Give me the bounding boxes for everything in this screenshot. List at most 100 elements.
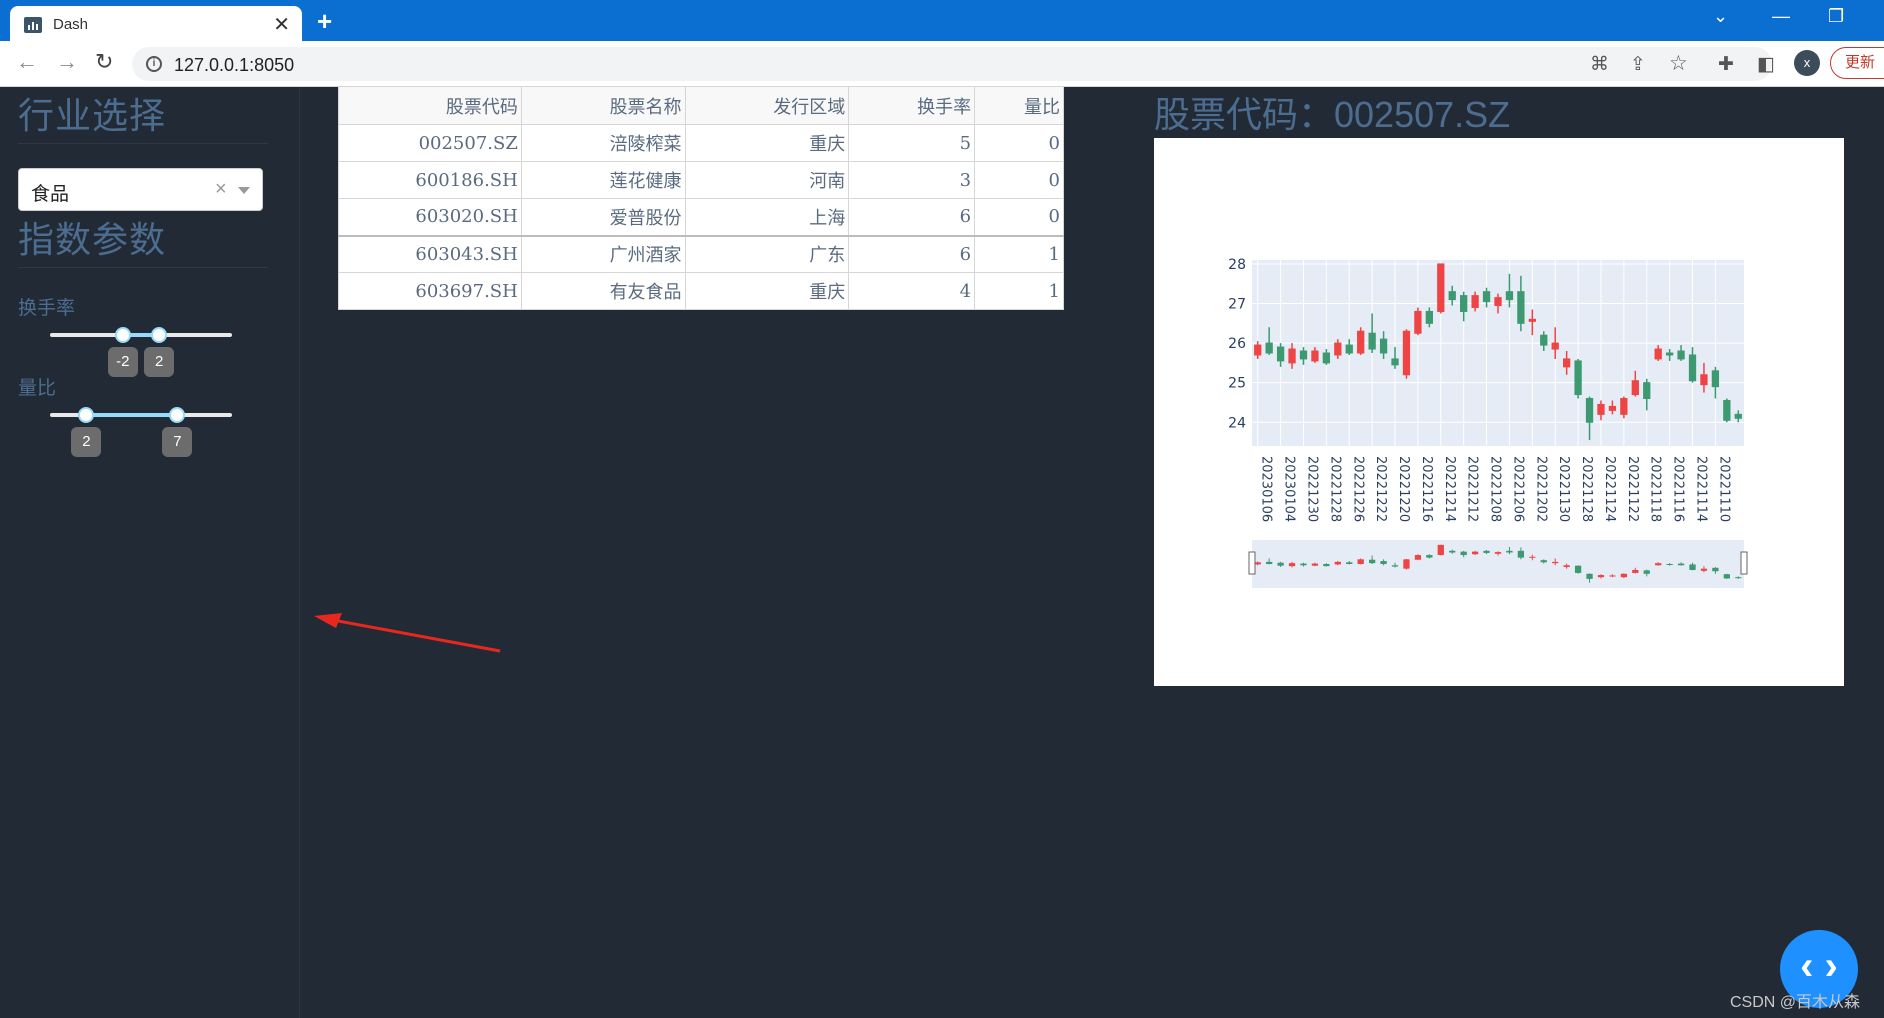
table-cell[interactable]: 有友食品 <box>520 272 686 310</box>
mini-candle-body <box>1563 565 1570 567</box>
volume-ratio-slider-low-handle[interactable] <box>78 407 95 423</box>
table-row[interactable]: 603697.SH 有友食品 重庆 4 1 <box>338 272 1064 310</box>
table-cell[interactable]: 3 <box>848 161 976 199</box>
table-cell[interactable]: 上海 <box>684 198 850 236</box>
candle-body <box>1528 318 1536 322</box>
candlestick-chart-svg[interactable]: 20230106 20230104 20221230 20221228 20221226… <box>1154 138 1844 686</box>
candle-body <box>1563 358 1571 368</box>
x-tick-label: 20221202 <box>1533 456 1548 522</box>
turnover-label: 换手率 <box>18 298 76 319</box>
table-cell[interactable]: 5 <box>848 124 976 162</box>
reload-icon[interactable]: ↻ <box>95 51 113 73</box>
candle-body <box>1276 346 1285 362</box>
turnover-high-value: 2 <box>144 347 175 377</box>
x-tick-label: 20221114 <box>1694 456 1709 522</box>
range-slider-right-handle[interactable] <box>1740 551 1748 575</box>
turnover-slider-low-handle[interactable] <box>114 327 131 343</box>
side-panel-icon[interactable]: ◧ <box>1757 53 1775 76</box>
table-cell[interactable]: 603020.SH <box>338 198 522 236</box>
table-cell[interactable]: 广东 <box>684 234 850 273</box>
clear-icon[interactable]: × <box>215 178 227 201</box>
volume-ratio-low-value: 2 <box>71 427 102 457</box>
table-row[interactable]: 603020.SH 爱普股份 上海 6 0 <box>338 198 1064 236</box>
turnover-slider-high-handle[interactable] <box>151 327 168 343</box>
table-cell[interactable]: 600186.SH <box>338 161 522 199</box>
table-cell[interactable]: 002507.SZ <box>338 124 522 162</box>
table-row[interactable]: 600186.SH 莲花健康 河南 3 0 <box>338 161 1064 199</box>
sidebar-divider <box>18 267 268 268</box>
candle-body <box>1265 342 1273 354</box>
mini-candle-body <box>1597 575 1605 578</box>
table-cell[interactable]: 4 <box>848 272 976 310</box>
candlestick-chart[interactable]: 20230106 20230104 20221230 20221228 20221226… <box>1154 138 1844 686</box>
table-cell[interactable]: 重庆 <box>684 124 850 162</box>
mini-candle-body <box>1540 560 1547 563</box>
update-button[interactable]: 更新 <box>1830 47 1884 79</box>
table-cell[interactable]: 河南 <box>684 161 850 199</box>
tab-close-icon[interactable]: ✕ <box>273 12 290 37</box>
table-cell[interactable]: 6 <box>848 198 976 236</box>
browser-tab[interactable]: Dash ✕ <box>10 6 302 41</box>
mini-candle-body <box>1643 570 1650 574</box>
candle-body <box>1574 360 1582 396</box>
candle-body <box>1437 263 1445 312</box>
mini-candle-body <box>1460 551 1467 556</box>
table-row[interactable]: 603043.SH 广州酒家 广东 6 1 <box>338 234 1064 273</box>
minimize-icon[interactable]: — <box>1772 6 1790 27</box>
candle-body <box>1288 348 1296 364</box>
extensions-icon[interactable]: ✚ <box>1718 53 1734 76</box>
column-header[interactable]: 股票名称 <box>520 86 686 125</box>
mini-candle-body <box>1323 564 1330 567</box>
url-text[interactable]: 127.0.0.1:8050 <box>174 55 294 76</box>
mini-candle-body <box>1277 562 1284 566</box>
industry-select[interactable]: 食品 × <box>18 168 263 211</box>
forward-icon[interactable]: → <box>56 51 78 73</box>
mini-candle-body <box>1471 551 1479 555</box>
tab-search-icon[interactable]: ⌄ <box>1713 6 1728 27</box>
mini-candle-body <box>1677 563 1685 566</box>
candle-body <box>1368 332 1376 350</box>
restore-icon[interactable]: ❐ <box>1828 6 1844 27</box>
chart-title: 股票代码：002507.SZ <box>1154 94 1511 135</box>
mini-candle-body <box>1723 574 1730 579</box>
translate-icon[interactable]: ⌘ <box>1590 53 1609 76</box>
bookmark-star-icon[interactable]: ☆ <box>1669 51 1688 76</box>
table-cell[interactable]: 6 <box>848 234 976 273</box>
mini-candle-body <box>1620 573 1628 578</box>
new-tab-button[interactable]: + <box>317 6 332 37</box>
table-row[interactable]: 002507.SZ 涪陵榨菜 重庆 5 0 <box>338 124 1064 162</box>
table-cell[interactable]: 爱普股份 <box>520 198 686 236</box>
column-header[interactable]: 量比 <box>974 86 1064 125</box>
x-tick-label: 20230106 <box>1259 456 1274 522</box>
address-bar[interactable]: i 127.0.0.1:8050 ⌘ ⇪ ☆ <box>132 47 1772 81</box>
table-cell[interactable]: 1 <box>974 234 1064 273</box>
candle-body <box>1379 338 1388 354</box>
column-header[interactable]: 发行区域 <box>684 86 850 125</box>
avatar[interactable]: x <box>1794 50 1820 76</box>
table-cell[interactable]: 1 <box>974 272 1064 310</box>
candle-body <box>1471 295 1479 308</box>
table-cell[interactable]: 重庆 <box>684 272 850 310</box>
column-header[interactable]: 换手率 <box>848 86 976 125</box>
mini-candle-body <box>1346 562 1353 564</box>
chevron-down-icon[interactable] <box>238 187 250 194</box>
table-cell[interactable]: 0 <box>974 198 1064 236</box>
table-cell[interactable]: 0 <box>974 161 1064 199</box>
share-icon[interactable]: ⇪ <box>1630 53 1646 76</box>
y-tick-label: 28 <box>1228 257 1246 273</box>
back-icon[interactable]: ← <box>16 51 38 73</box>
site-info-icon[interactable]: i <box>146 56 162 72</box>
x-tick-label: 20230104 <box>1282 456 1297 522</box>
candle-body <box>1505 291 1514 301</box>
mini-candle-body <box>1334 561 1341 565</box>
column-header[interactable]: 股票代码 <box>338 86 522 125</box>
table-cell[interactable]: 603043.SH <box>338 234 522 273</box>
volume-ratio-slider-high-handle[interactable] <box>169 407 186 423</box>
table-cell[interactable]: 莲花健康 <box>520 161 686 199</box>
table-cell[interactable]: 广州酒家 <box>520 234 686 273</box>
table-cell[interactable]: 603697.SH <box>338 272 522 310</box>
table-cell[interactable]: 涪陵榨菜 <box>520 124 686 162</box>
table-cell[interactable]: 0 <box>974 124 1064 162</box>
x-tick-label: 20221124 <box>1602 456 1617 522</box>
range-slider-left-handle[interactable] <box>1248 551 1256 575</box>
